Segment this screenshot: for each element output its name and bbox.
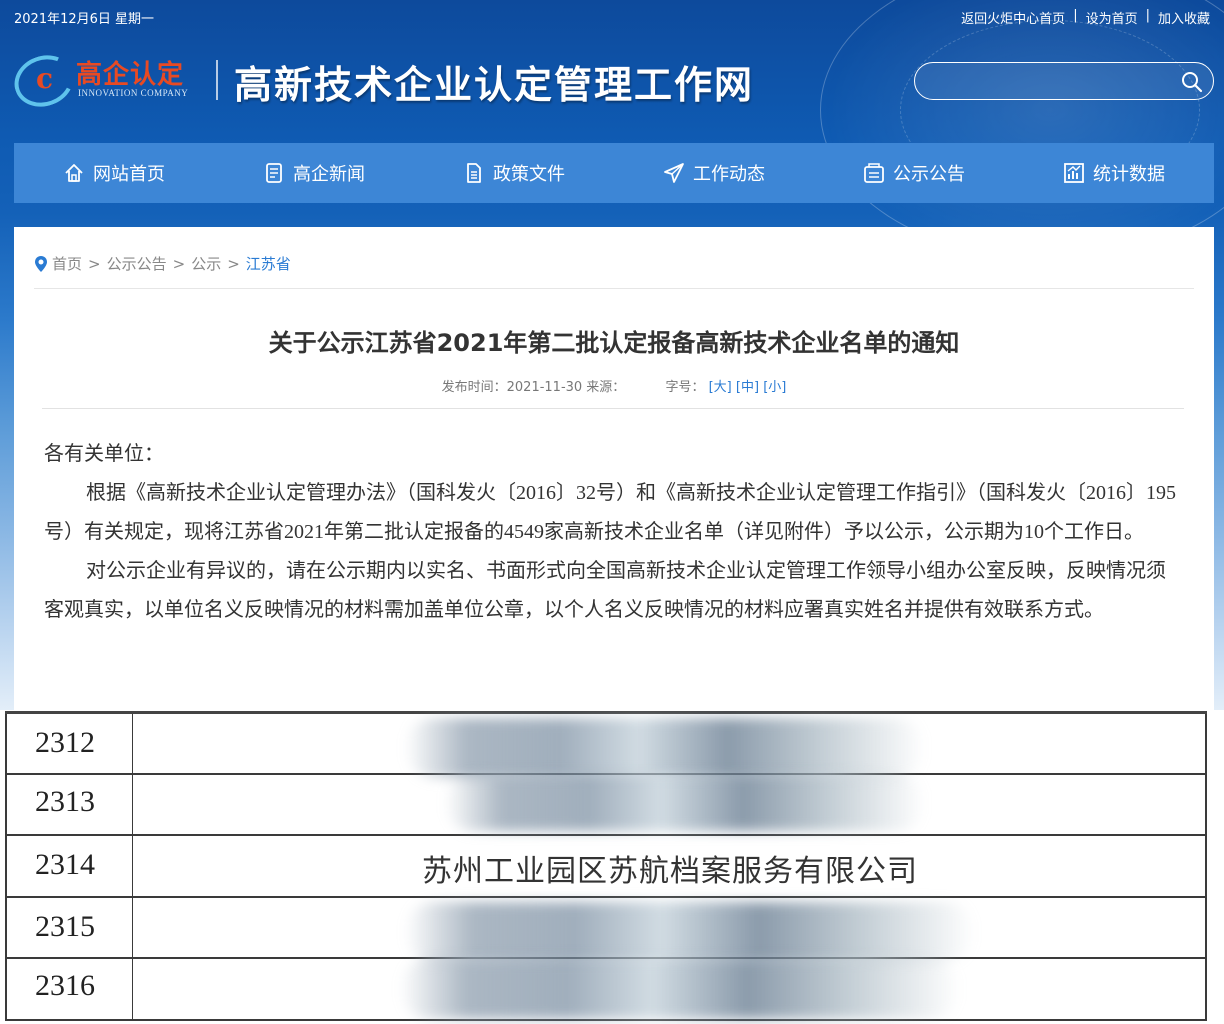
divider [42,408,1184,409]
breadcrumb: 首页 > 公示公告 > 公示 > 江苏省 [34,253,291,274]
row-number: 2316 [35,969,95,1002]
table-row: 2312 [5,714,1207,778]
salutation: 各有关单位： [44,443,164,465]
site-logo[interactable]: c 高企认定 INNOVATION COMPANY [7,47,214,115]
divider: | [1073,8,1078,23]
paragraph: 对公示企业有异议的，请在公示期内以实名、书面形式向全国高新技术企业认定管理工作领… [44,560,1166,621]
divider [34,288,1194,289]
font-size-medium-link[interactable]: [中] [736,380,759,395]
return-torch-center-link[interactable]: 返回火炬中心首页 [961,8,1065,27]
news-icon [266,163,282,183]
home-icon [65,164,83,182]
top-bar: 2021年12月6日 星期一 返回火炬中心首页 | 设为首页 | 加入收藏 [14,8,1210,28]
redaction-blur [405,902,975,962]
document-icon [467,163,481,183]
article-title: 关于公示江苏省2021年第二批认定报备高新技术企业名单的通知 [268,329,960,357]
table-row: 2314 苏州工业园区苏航档案服务有限公司 [5,836,1207,898]
table-row: 2313 [5,775,1207,836]
article-card: 首页 > 公示公告 > 公示 > 江苏省 关于公示江苏省2021年第二批认定报备… [14,227,1214,717]
redaction-blur [405,718,925,778]
breadcrumb-jiangsu[interactable]: 江苏省 [246,253,291,274]
font-size-large-link[interactable]: [大] [709,380,732,395]
nav-item-label: 政策文件 [493,164,565,185]
article-body: 各有关单位： 根据《高新技术企业认定管理办法》（国科发火〔2016〕32号）和《… [44,435,1184,630]
row-number: 2314 [35,848,95,881]
row-number: 2315 [35,910,95,943]
inbox-icon [864,163,884,183]
nav-item-home[interactable]: 网站首页 [14,143,214,203]
search-box [914,62,1214,100]
search-input[interactable] [929,69,1169,93]
nav-item-policy[interactable]: 政策文件 [414,143,614,203]
font-size-label: 字号： [665,380,705,395]
paragraph: 根据《高新技术企业认定管理办法》（国科发火〔2016〕32号）和《高新技术企业认… [44,482,1176,543]
nav-item-label: 高企新闻 [293,164,365,185]
company-name: 苏州工业园区苏航档案服务有限公司 [422,854,918,889]
publish-info: 发布时间：2021-11-30 来源： [441,380,626,395]
add-favorite-link[interactable]: 加入收藏 [1158,8,1210,27]
nav-item-notice[interactable]: 公示公告 [814,143,1014,203]
row-number: 2313 [35,785,95,818]
set-homepage-link[interactable]: 设为首页 [1086,8,1138,27]
breadcrumb-home[interactable]: 首页 [52,253,82,274]
location-pin-icon [35,255,47,272]
font-size-small-link[interactable]: [小] [763,380,786,395]
nav-item-label: 公示公告 [893,164,965,185]
logo-subtext: INNOVATION COMPANY [78,88,189,98]
table-row: 2316 [5,959,1207,1021]
breadcrumb-notices[interactable]: 公示公告 [107,253,167,274]
send-icon [664,163,684,183]
logo-glyph-icon: c [36,62,54,95]
nav-item-news[interactable]: 高企新闻 [214,143,414,203]
article-meta: 发布时间：2021-11-30 来源： 字号： [大] [中] [小] [14,376,1214,395]
logo-text: 高企认定 [76,60,185,90]
breadcrumb-separator: > [88,254,101,273]
nav-item-label: 工作动态 [693,164,765,185]
nav-item-label: 统计数据 [1093,164,1165,185]
logo-divider [216,60,218,100]
search-icon[interactable] [1181,71,1203,93]
redaction-blur [400,959,960,1019]
site-title: 高新技术企业认定管理工作网 [234,62,755,107]
breadcrumb-separator: > [172,254,186,273]
main-nav: 网站首页 高企新闻 政策文件 工作动态 公示公告 统计数据 [14,143,1214,203]
nav-item-work[interactable]: 工作动态 [614,143,814,203]
divider: | [1145,8,1150,23]
chart-icon [1064,163,1084,183]
row-number: 2312 [35,726,95,759]
top-links: 返回火炬中心首页 | 设为首页 | 加入收藏 [961,8,1210,27]
breadcrumb-publicity[interactable]: 公示 [191,253,221,274]
font-size-control: 字号： [大] [中] [小] [665,380,786,395]
current-date: 2021年12月6日 星期一 [14,12,155,27]
table-row: 2315 [5,898,1207,962]
breadcrumb-separator: > [227,254,240,273]
redaction-blur [445,775,925,831]
nav-item-label: 网站首页 [93,164,165,185]
company-list-image: 2312 2313 2314 苏州工业园区苏航档案服务有限公司 2315 231… [5,711,1207,1024]
nav-item-stats[interactable]: 统计数据 [1014,143,1214,203]
